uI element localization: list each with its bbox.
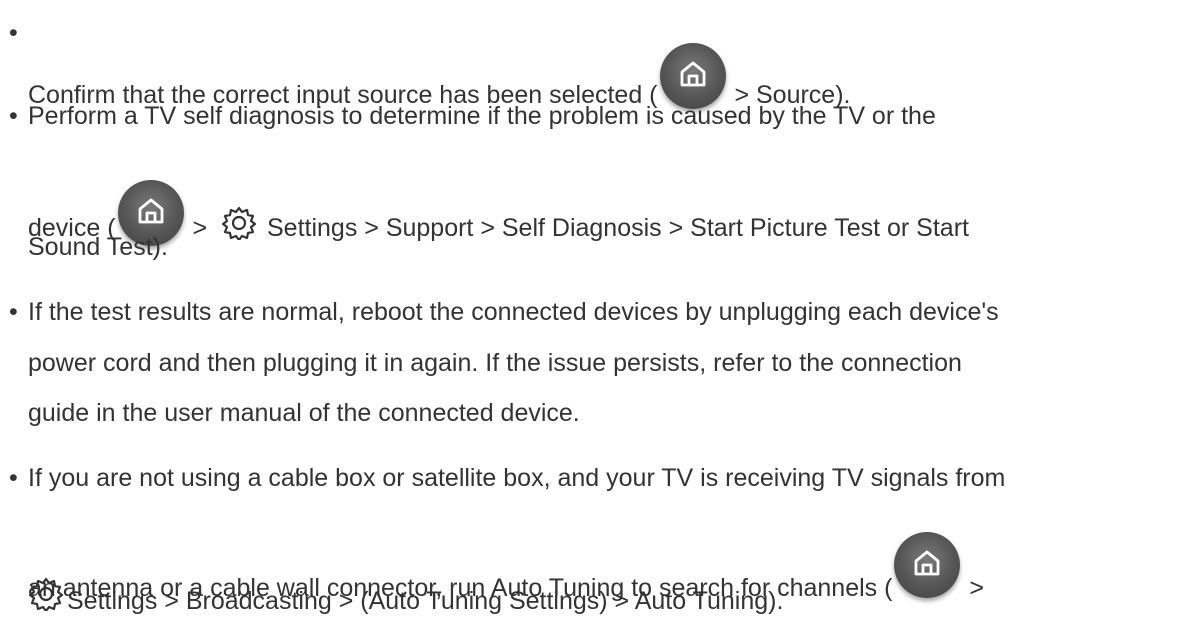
text-run: > (185, 214, 215, 242)
list-item-2-line-3: Sound Test). (28, 232, 168, 262)
list-item-4-line-1: If you are not using a cable box or sate… (28, 463, 1005, 493)
list-item-3-line-2: power cord and then plugging it in again… (28, 348, 962, 378)
text-run: power cord and then plugging it in again… (28, 349, 962, 377)
list-item-3-line-3: guide in the user manual of the connecte… (28, 398, 580, 428)
text-run: guide in the user manual of the connecte… (28, 399, 580, 427)
bullet: • (9, 464, 18, 492)
bullet: • (9, 19, 18, 47)
text-run: Perform a TV self diagnosis to determine… (28, 102, 936, 130)
text-run: Settings > Broadcasting > (Auto Tuning S… (67, 587, 784, 615)
troubleshooting-list: • Confirm that the correct input source … (0, 0, 1185, 615)
text-run: If the test results are normal, reboot t… (28, 298, 999, 326)
text-run: Sound Test). (28, 233, 168, 261)
list-item-2-line-2: device ( > Settings > Support > Self Dia… (28, 180, 969, 247)
text-run: If you are not using a cable box or sate… (28, 464, 1006, 492)
list-item-3-line-1: If the test results are normal, reboot t… (28, 297, 999, 327)
gear-icon (220, 206, 258, 247)
home-icon (894, 532, 961, 598)
bullet: • (9, 298, 18, 326)
text-run: > (962, 574, 984, 602)
text-run: Settings > Support > Self Diagnosis > St… (260, 214, 969, 242)
bullet: • (9, 102, 18, 130)
list-item-1-line-1: Confirm that the correct input source ha… (28, 43, 850, 110)
home-icon (659, 43, 726, 109)
list-item-2-line-1: Perform a TV self diagnosis to determine… (28, 101, 936, 131)
